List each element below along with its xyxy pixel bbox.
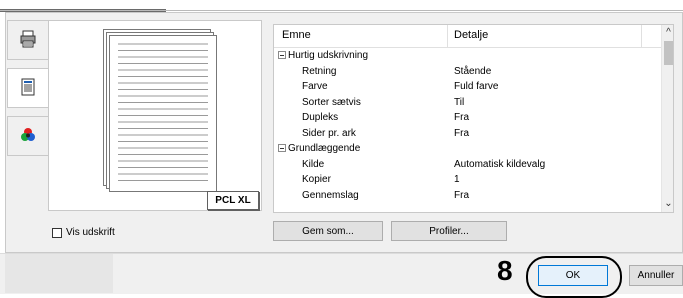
list-item-value: Fuld farve — [454, 81, 499, 92]
settings-list[interactable]: Emne Detalje Hurtig udskrivning Retning St… — [273, 24, 674, 213]
color-icon — [19, 126, 37, 147]
tab-printer[interactable] — [7, 20, 48, 60]
preview-page — [109, 35, 217, 192]
column-separator — [447, 25, 448, 47]
column-header-detail[interactable]: Detalje — [454, 29, 488, 41]
scroll-down-arrow-icon[interactable]: ⌄ — [662, 197, 673, 211]
pcl-xl-badge: PCL XL — [207, 191, 259, 210]
list-scrollbar[interactable]: ^ ⌄ — [661, 25, 673, 212]
list-item-value: 1 — [454, 174, 460, 185]
collapse-minus-icon[interactable] — [278, 51, 286, 60]
checkbox-box[interactable] — [52, 227, 62, 238]
list-item-value: Fra — [454, 189, 469, 201]
list-item-row[interactable]: Sider pr. ark Fra — [274, 127, 661, 140]
tab-layout[interactable] — [7, 68, 48, 108]
list-item-label: Kopier — [302, 174, 331, 185]
top-divider — [0, 10, 683, 11]
list-item-value: Til — [454, 96, 465, 108]
show-print-checkbox[interactable]: Vis udskrift — [52, 227, 115, 238]
save-as-button[interactable]: Gem som... — [273, 221, 383, 241]
group-title: Grundlæggende — [288, 143, 361, 154]
group-title: Hurtig udskrivning — [288, 50, 369, 61]
list-item-value: Fra — [454, 112, 469, 123]
list-item-label: Farve — [302, 81, 328, 92]
list-item-label: Sorter sætvis — [302, 96, 361, 108]
step-number-callout: 8 — [497, 255, 513, 286]
list-item-row[interactable]: Retning Stående — [274, 65, 661, 78]
list-item-row[interactable]: Gennemslag Fra — [274, 189, 661, 202]
bottom-bar-block — [5, 254, 113, 293]
list-item-label: Kilde — [302, 158, 325, 170]
list-item-value: Automatisk kildevalg — [454, 158, 546, 170]
list-item-row[interactable]: Kilde Automatisk kildevalg — [274, 158, 661, 171]
list-item-row[interactable]: Farve Fuld farve — [274, 80, 661, 93]
list-item-label: Sider pr. ark — [302, 127, 356, 139]
list-group-label: Grundlæggende — [278, 142, 360, 155]
list-item-label: Gennemslag — [302, 189, 359, 201]
collapse-minus-icon[interactable] — [278, 144, 286, 153]
ok-highlight-oval — [526, 256, 622, 298]
list-header: Emne Detalje — [274, 25, 661, 48]
scroll-up-arrow-icon[interactable]: ^ — [662, 26, 673, 40]
list-item-row[interactable]: Sorter sætvis Til — [274, 96, 661, 109]
list-item-row[interactable]: Dupleks Fra — [274, 111, 661, 124]
cancel-button[interactable]: Annuller — [629, 265, 683, 286]
list-group-row[interactable]: Hurtig udskrivning — [274, 49, 661, 62]
list-item-label: Dupleks — [302, 112, 339, 123]
column-separator — [641, 25, 642, 47]
tab-color[interactable] — [7, 116, 48, 156]
list-item-value: Stående — [454, 65, 492, 77]
list-group-label: Hurtig udskrivning — [278, 49, 368, 62]
list-item-label: Retning — [302, 65, 337, 77]
checkbox-label: Vis udskrift — [66, 227, 115, 238]
preview-text-lines — [118, 43, 208, 181]
document-icon — [20, 78, 36, 99]
column-header-item[interactable]: Emne — [282, 29, 311, 41]
list-group-row[interactable]: Grundlæggende — [274, 142, 661, 155]
list-item-row[interactable]: Kopier 1 — [274, 173, 661, 186]
scrollbar-thumb[interactable] — [664, 41, 673, 65]
printer-icon — [19, 30, 37, 51]
profiles-button[interactable]: Profiler... — [391, 221, 507, 241]
list-item-value: Fra — [454, 127, 469, 139]
